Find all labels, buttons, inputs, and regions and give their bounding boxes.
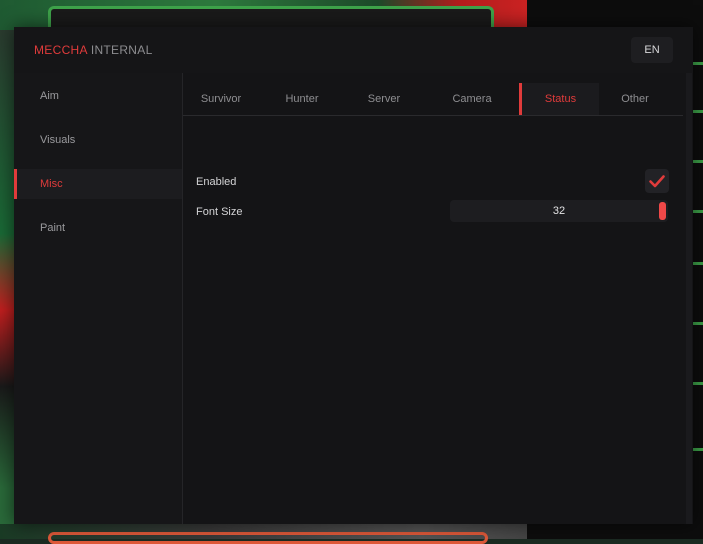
app-title: MECCHA INTERNAL [34, 43, 153, 57]
sidebar-item-paint[interactable]: Paint [14, 213, 182, 243]
background-tick [693, 448, 703, 451]
title-bar[interactable]: MECCHA INTERNAL EN [14, 27, 693, 73]
brand-name: MECCHA [34, 43, 88, 57]
checkmark-icon [649, 175, 665, 188]
cheat-menu-window: MECCHA INTERNAL EN Aim Visuals Misc Paint… [14, 27, 693, 524]
background-tick [693, 62, 703, 65]
background-left-strip [0, 30, 14, 539]
tab-hunter[interactable]: Hunter [263, 83, 341, 115]
language-button[interactable]: EN [631, 37, 673, 63]
font-size-value: 32 [552, 205, 566, 217]
enabled-label: Enabled [196, 176, 237, 188]
background-tick [693, 382, 703, 385]
tab-camera[interactable]: Camera [433, 83, 511, 115]
background-tick [693, 262, 703, 265]
slider-handle[interactable] [659, 202, 666, 220]
background-tick [693, 322, 703, 325]
background-tick [693, 210, 703, 213]
brand-subtitle: INTERNAL [90, 43, 153, 57]
sidebar-item-aim[interactable]: Aim [14, 81, 182, 111]
font-size-slider[interactable]: 32 [450, 200, 668, 222]
font-size-label: Font Size [196, 206, 243, 218]
sidebar: Aim Visuals Misc Paint [14, 73, 183, 524]
background-tick [693, 110, 703, 113]
sidebar-item-visuals[interactable]: Visuals [14, 125, 182, 155]
sidebar-item-misc[interactable]: Misc [14, 169, 182, 199]
tab-other[interactable]: Other [597, 83, 673, 115]
scrollbar[interactable] [686, 73, 692, 524]
tab-status[interactable]: Status [519, 83, 599, 115]
background-bottom-frame [48, 532, 488, 544]
enabled-checkbox[interactable] [645, 169, 669, 193]
background-banner-frame [48, 6, 494, 29]
settings-panel: Survivor Hunter Server Camera Status Oth… [183, 73, 693, 524]
tab-server[interactable]: Server [345, 83, 423, 115]
background-tick [693, 160, 703, 163]
tab-survivor[interactable]: Survivor [183, 83, 259, 115]
tab-bar: Survivor Hunter Server Camera Status Oth… [183, 83, 683, 116]
